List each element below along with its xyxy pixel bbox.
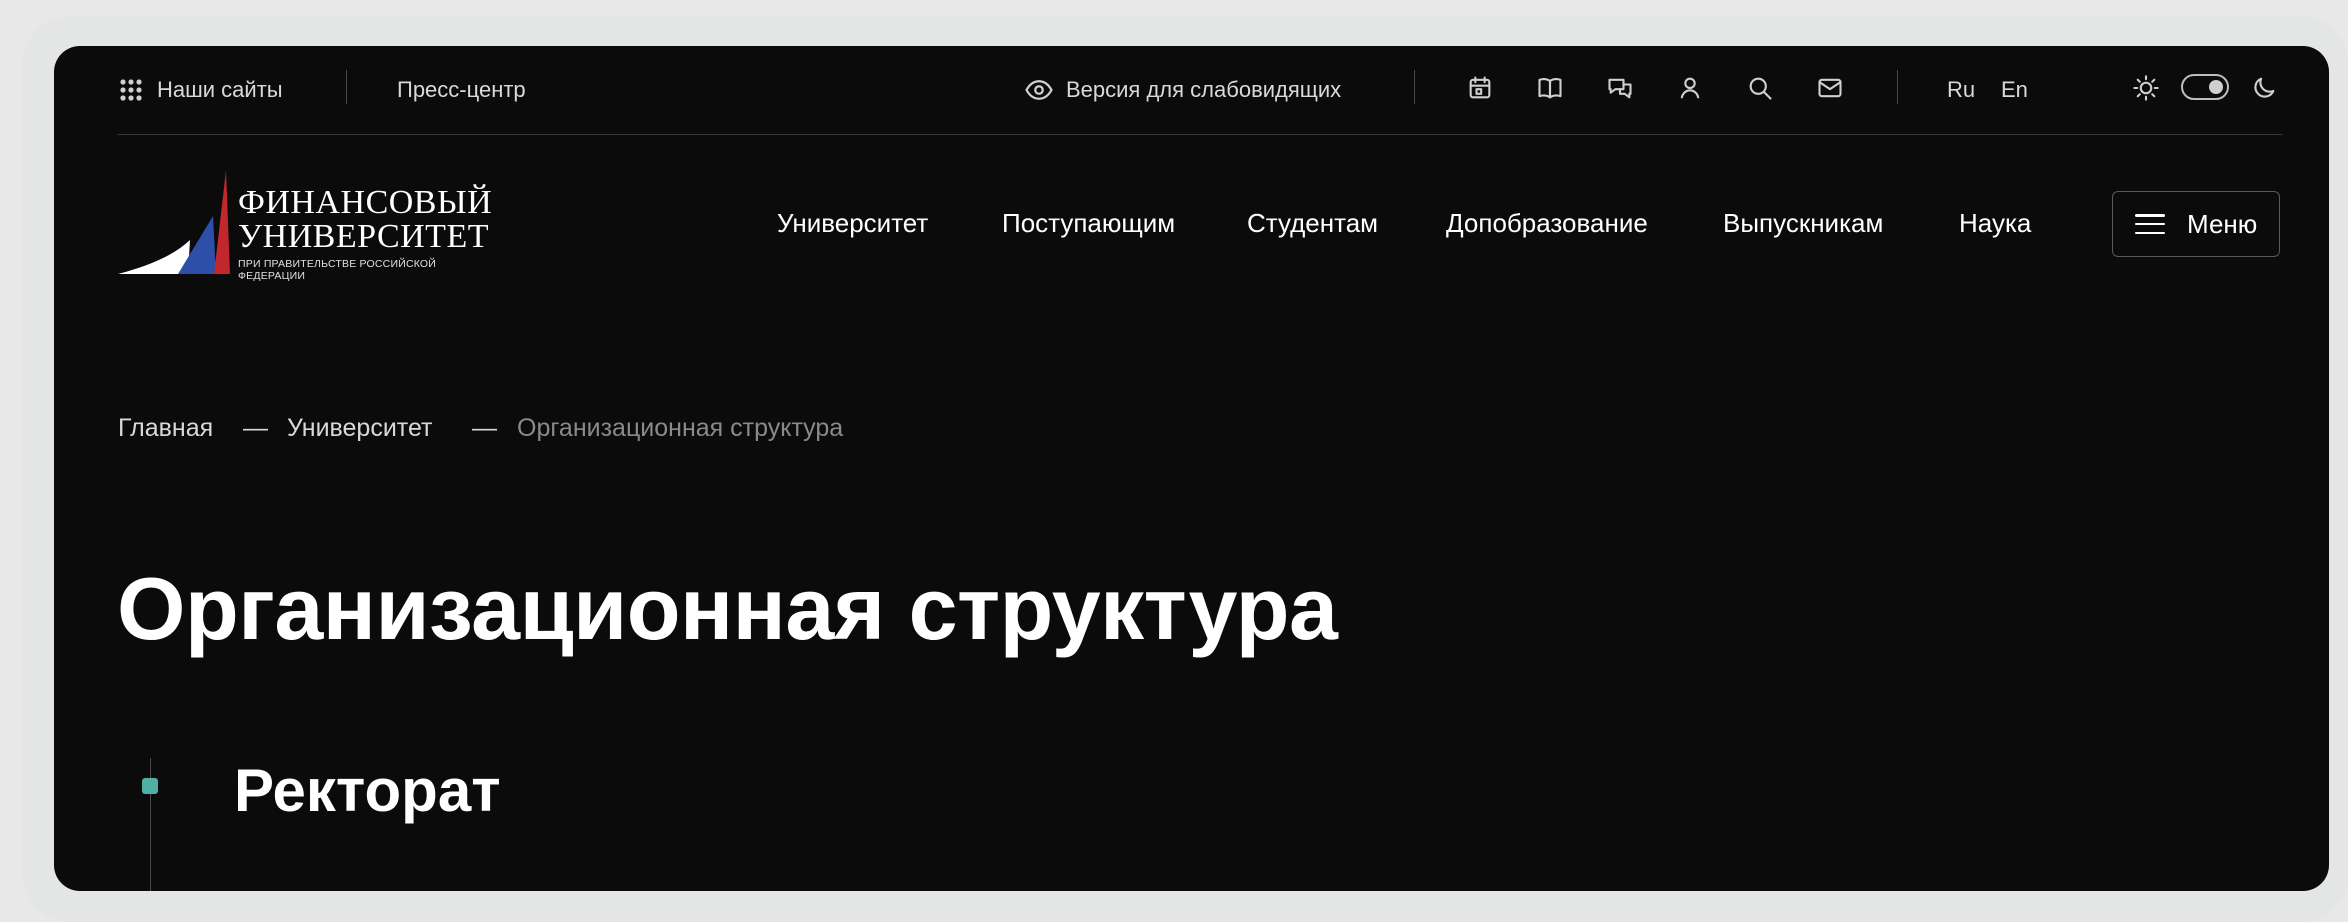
nav-item-extra-education[interactable]: Допобразование: [1446, 208, 1648, 239]
breadcrumb-current: Организационная структура: [517, 414, 844, 442]
logo-emblem: [118, 170, 230, 274]
section-title-rectorate: Ректорат: [234, 757, 501, 824]
divider: [1897, 70, 1898, 104]
topbar-divider: [118, 134, 2282, 135]
moon-icon[interactable]: [2248, 72, 2280, 104]
nav-item-students[interactable]: Студентам: [1247, 208, 1378, 239]
divider: [1414, 70, 1415, 104]
sun-icon[interactable]: [2130, 72, 2162, 104]
breadcrumb-university[interactable]: Университет: [287, 414, 433, 443]
accessibility-link[interactable]: Версия для слабовидящих: [1024, 46, 1341, 134]
press-center-link[interactable]: Пресс-центр: [397, 46, 526, 134]
nav-item-university[interactable]: Университет: [777, 208, 928, 239]
nav-item-graduates[interactable]: Выпускникам: [1723, 208, 1883, 239]
theme-toggle[interactable]: [2181, 74, 2229, 100]
nav-item-applicants[interactable]: Поступающим: [1002, 208, 1175, 239]
lang-en[interactable]: En: [2001, 46, 2028, 134]
university-logo[interactable]: ФИНАНСОВЫЙ УНИВЕРСИТЕТ ПРИ ПРАВИТЕЛЬСТВЕ…: [118, 170, 492, 282]
mail-icon[interactable]: [1814, 72, 1846, 104]
chat-icon[interactable]: [1604, 72, 1636, 104]
logo-line3: ПРИ ПРАВИТЕЛЬСТВЕ РОССИЙСКОЙ ФЕДЕРАЦИИ: [238, 258, 437, 282]
our-sites-label: Наши сайты: [157, 77, 283, 102]
menu-button[interactable]: Меню: [2112, 191, 2280, 257]
search-icon[interactable]: [1744, 72, 1776, 104]
breadcrumb-separator: —: [472, 414, 497, 442]
page-panel: Наши сайты Пресс-центр Версия для слабов…: [54, 46, 2329, 891]
logo-line2: УНИВЕРСИТЕТ: [238, 218, 489, 255]
logo-line1: ФИНАНСОВЫЙ: [238, 184, 493, 221]
press-center-label: Пресс-центр: [397, 77, 526, 102]
accessibility-label: Версия для слабовидящих: [1066, 77, 1342, 102]
hamburger-icon: [2135, 214, 2165, 234]
book-icon[interactable]: [1534, 72, 1566, 104]
our-sites-link[interactable]: Наши сайты: [119, 46, 283, 134]
breadcrumb-separator: —: [243, 414, 268, 442]
divider: [346, 70, 347, 104]
lang-ru[interactable]: Ru: [1947, 46, 1975, 134]
grid-icon: [120, 79, 142, 101]
eye-icon: [1025, 80, 1053, 100]
breadcrumb-home[interactable]: Главная: [118, 414, 213, 443]
nav-item-science[interactable]: Наука: [1959, 208, 2031, 239]
calendar-icon[interactable]: [1464, 72, 1496, 104]
page-title: Организационная структура: [117, 559, 1338, 658]
toggle-knob: [2209, 80, 2223, 94]
timeline-marker: [142, 778, 158, 794]
menu-label: Меню: [2187, 208, 2258, 239]
user-icon[interactable]: [1674, 72, 1706, 104]
